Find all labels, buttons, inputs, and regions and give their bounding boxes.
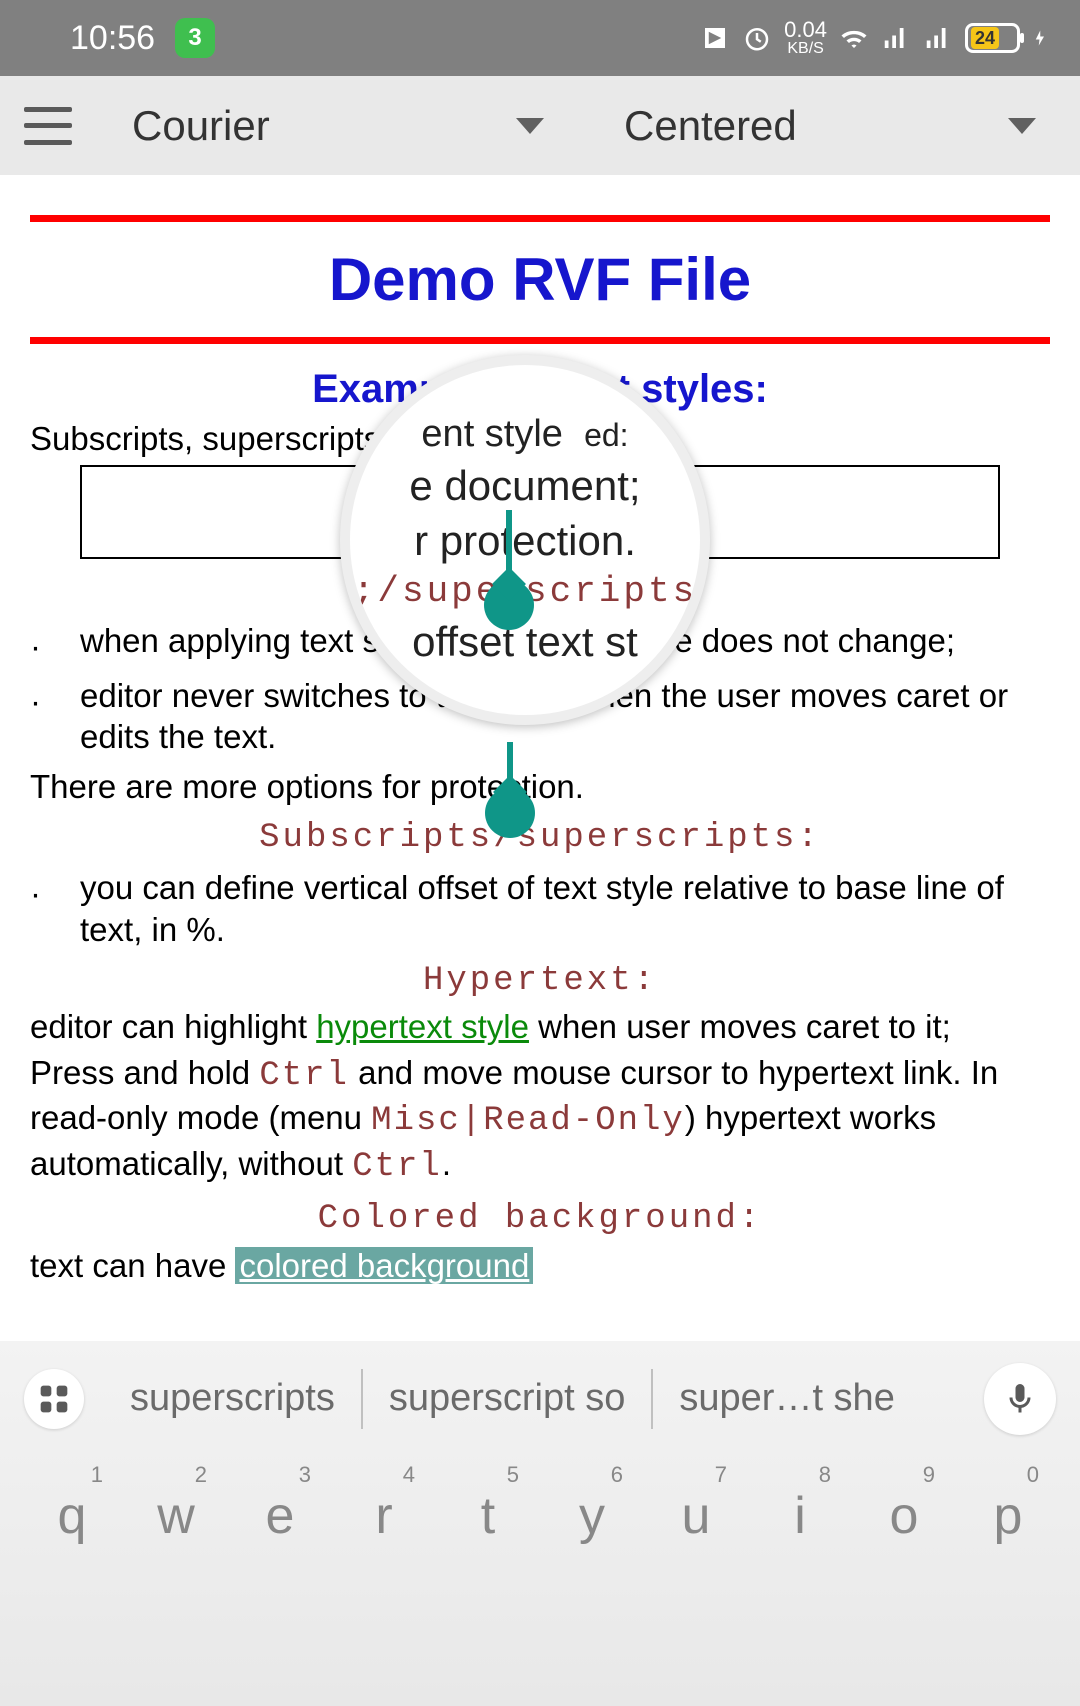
- nfc-icon: [700, 23, 730, 53]
- key-y[interactable]: 6y: [547, 1486, 637, 1546]
- text-caret-handle[interactable]: [506, 510, 512, 580]
- key-q[interactable]: 1q: [27, 1486, 117, 1546]
- align-select[interactable]: Centered: [604, 102, 1056, 150]
- key-u[interactable]: 7u: [651, 1486, 741, 1546]
- key-t[interactable]: 5t: [443, 1486, 533, 1546]
- alarm-icon: [742, 23, 772, 53]
- key-p[interactable]: 0p: [963, 1486, 1053, 1546]
- document-view[interactable]: Demo RVF File Examples of text styles: S…: [0, 175, 1080, 1286]
- list-item: ·you can define vertical offset of text …: [30, 867, 1050, 950]
- font-select[interactable]: Courier: [112, 102, 564, 150]
- status-bar: 10:56 3 0.04 KB/S 24: [0, 0, 1080, 76]
- paragraph: editor can highlight hypertext style whe…: [30, 1006, 1050, 1047]
- section-header-hypertext: Hypertext:: [30, 960, 1050, 1003]
- paragraph: Press and hold Ctrl and move mouse curso…: [30, 1052, 1050, 1189]
- highlighted-text: colored background: [235, 1247, 533, 1284]
- suggestion-bar: superscripts superscript so super…t she: [0, 1341, 1080, 1456]
- suggestion-item[interactable]: superscripts: [104, 1377, 361, 1420]
- status-app-badge: 3: [175, 18, 215, 58]
- key-w[interactable]: 2w: [131, 1486, 221, 1546]
- mic-icon[interactable]: [984, 1363, 1056, 1435]
- app-toolbar: Courier Centered: [0, 76, 1080, 175]
- menu-button[interactable]: [24, 107, 72, 145]
- paragraph: text can have colored background: [30, 1245, 1050, 1286]
- network-speed: 0.04 KB/S: [784, 19, 827, 57]
- key-r[interactable]: 4r: [339, 1486, 429, 1546]
- signal-icon-2: [923, 23, 953, 53]
- horizontal-rule: [30, 215, 1050, 222]
- text-magnifier: ent style ed: e document; r protection. …: [340, 355, 710, 725]
- chevron-down-icon: [516, 118, 544, 134]
- key-i[interactable]: 8i: [755, 1486, 845, 1546]
- battery-indicator: 24: [965, 23, 1020, 53]
- chevron-down-icon: [1008, 118, 1036, 134]
- grid-icon[interactable]: [24, 1369, 84, 1429]
- paragraph: There are more options for protection.: [30, 766, 1050, 807]
- doc-title: Demo RVF File: [30, 242, 1050, 317]
- suggestion-item[interactable]: superscript so: [363, 1377, 652, 1420]
- keyboard-row: 1q2w3e4r5t6y7u8i9o0p: [0, 1456, 1080, 1546]
- section-header-subscripts: Subscripts/superscripts:: [30, 817, 1050, 860]
- signal-icon-1: [881, 23, 911, 53]
- hypertext-link[interactable]: hypertext style: [316, 1008, 529, 1045]
- section-header-coloredbg: Colored background:: [30, 1198, 1050, 1241]
- text-caret-handle[interactable]: [507, 742, 513, 788]
- horizontal-rule: [30, 337, 1050, 344]
- wifi-icon: [839, 23, 869, 53]
- align-select-label: Centered: [624, 102, 797, 150]
- key-e[interactable]: 3e: [235, 1486, 325, 1546]
- bullet-list: ·you can define vertical offset of text …: [30, 867, 1050, 950]
- font-select-label: Courier: [132, 102, 270, 150]
- suggestion-item[interactable]: super…t she: [653, 1377, 920, 1420]
- key-o[interactable]: 9o: [859, 1486, 949, 1546]
- status-right: 0.04 KB/S 24: [700, 19, 1050, 57]
- soft-keyboard: superscripts superscript so super…t she …: [0, 1341, 1080, 1706]
- status-left: 10:56 3: [70, 18, 215, 58]
- status-time: 10:56: [70, 19, 155, 58]
- charging-icon: [1032, 23, 1050, 53]
